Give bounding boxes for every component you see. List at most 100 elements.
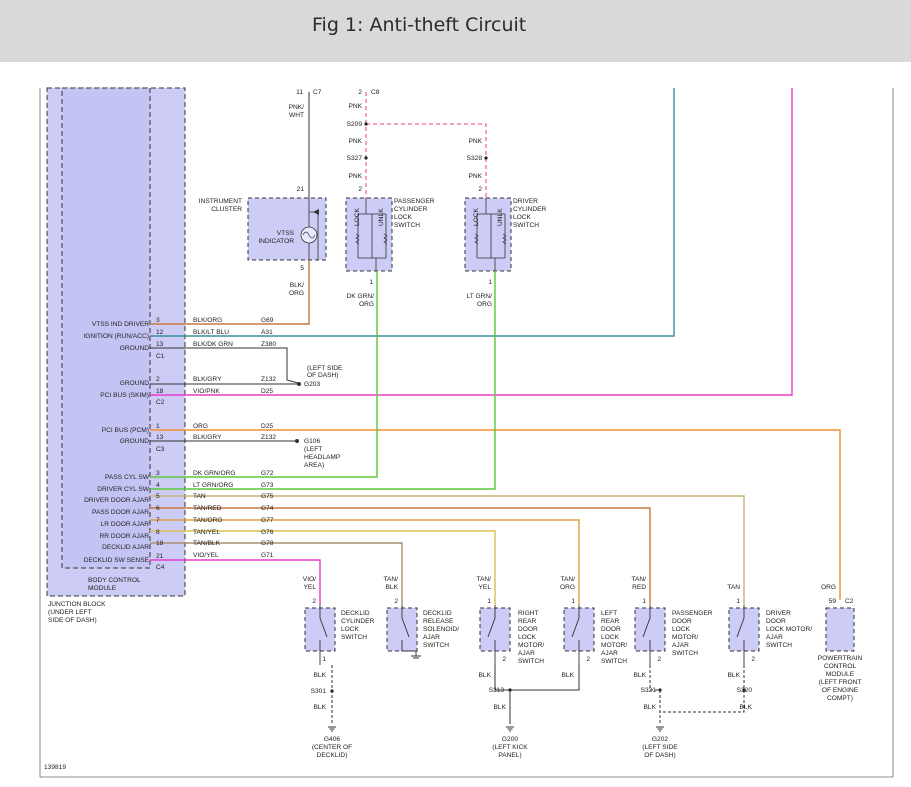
svg-text:TAN/BLK: TAN/BLK [193, 540, 221, 547]
svg-text:TAN/RED: TAN/RED [193, 505, 222, 512]
svg-text:4: 4 [156, 482, 160, 489]
svg-text:RELEASE: RELEASE [423, 618, 454, 625]
figure-id: 139819 [44, 764, 66, 771]
svg-text:S209: S209 [347, 121, 363, 128]
svg-text:C7: C7 [313, 89, 322, 96]
svg-text:VIO/YEL: VIO/YEL [193, 552, 219, 559]
svg-text:3: 3 [156, 317, 160, 324]
svg-text:1: 1 [736, 598, 740, 605]
svg-text:D25: D25 [261, 423, 273, 430]
driver-cyl-label: LOCK [513, 214, 532, 221]
svg-text:1: 1 [156, 423, 160, 430]
svg-text:Z380: Z380 [261, 341, 276, 348]
vtss-label: INDICATOR [258, 238, 294, 245]
svg-text:DOOR: DOOR [601, 626, 621, 633]
bcm-pin-name: DECKLID AJAR [102, 544, 149, 551]
svg-text:S301: S301 [311, 688, 327, 695]
svg-text:PNK: PNK [348, 173, 362, 180]
connector-label: C3 [156, 446, 165, 453]
svg-text:DOOR: DOOR [766, 618, 786, 625]
g106-note: (LEFT [304, 446, 322, 453]
svg-text:DOOR: DOOR [518, 626, 538, 633]
svg-text:LEFT: LEFT [601, 610, 617, 617]
bcm-wire-colors: BLK/ORG BLK/LT BLU BLK/DK GRN BLK/GRY VI… [193, 317, 236, 559]
svg-text:ORG: ORG [193, 423, 208, 430]
svg-text:5: 5 [156, 493, 160, 500]
svg-text:2: 2 [156, 376, 160, 383]
junction-label: SIDE OF DASH) [48, 617, 97, 624]
svg-text:G76: G76 [261, 529, 274, 536]
svg-text:21: 21 [297, 186, 305, 193]
svg-text:CONTROL: CONTROL [824, 663, 857, 670]
svg-text:TAN/ORG: TAN/ORG [193, 517, 223, 524]
svg-text:1: 1 [322, 656, 326, 663]
bcm-pin-name: PCI BUS (SKIM) [100, 392, 149, 399]
svg-text:OF DASH): OF DASH) [644, 752, 676, 759]
svg-text:G78: G78 [261, 540, 274, 547]
svg-text:CYLINDER: CYLINDER [341, 618, 375, 625]
svg-text:PANEL): PANEL) [498, 752, 521, 759]
svg-text:RED: RED [632, 584, 646, 591]
svg-text:YEL: YEL [479, 584, 492, 591]
junction-label: JUNCTION BLOCK [48, 601, 106, 608]
svg-text:18: 18 [156, 540, 164, 547]
svg-text:MOTOR/: MOTOR/ [601, 642, 627, 649]
bcm-pin-name: PASS CYL SW [105, 474, 150, 481]
bcm-pin-name: RR DOOR AJAR [100, 533, 150, 540]
cluster-label: CLUSTER [211, 206, 242, 213]
svg-text:1: 1 [488, 279, 492, 286]
pass-cyl-label: PASSENGER [394, 198, 435, 205]
bcm-pin-name: DECKLID SW SENSE [84, 557, 150, 564]
svg-text:BLK/ORG: BLK/ORG [193, 317, 222, 324]
svg-text:BLK/LT BLU: BLK/LT BLU [193, 329, 229, 336]
svg-text:2: 2 [394, 598, 398, 605]
pcm-box [825, 607, 855, 652]
svg-text:OF ENGINE: OF ENGINE [822, 687, 859, 694]
svg-text:D25: D25 [261, 388, 273, 395]
g203-label: G203 [304, 381, 320, 388]
bcm-pin-name: DRIVER CYL SW [97, 486, 150, 493]
bcm-circuit-ids: G69 A31 Z380 Z132 D25 D25 Z132 G72 G73 G… [261, 317, 276, 559]
bcm-pin-name: GROUND [120, 345, 150, 352]
bcm-pin-name: GROUND [120, 380, 150, 387]
svg-text:C8: C8 [371, 89, 380, 96]
svg-text:PNK: PNK [468, 138, 482, 145]
svg-text:BLK: BLK [314, 704, 327, 711]
svg-text:RIGHT: RIGHT [518, 610, 539, 617]
svg-text:G74: G74 [261, 505, 274, 512]
svg-text:SWITCH: SWITCH [766, 642, 792, 649]
svg-text:DK GRN/: DK GRN/ [347, 293, 375, 300]
bcm-pin-name: PCI BUS (PCM) [102, 427, 149, 434]
svg-text:REAR: REAR [518, 618, 537, 625]
driver-cyl-label: DRIVER [513, 198, 538, 205]
svg-text:(LEFT KICK: (LEFT KICK [492, 744, 528, 751]
svg-text:DK GRN/ORG: DK GRN/ORG [193, 470, 236, 477]
svg-text:13: 13 [156, 434, 164, 441]
ground-path-text: BLK S301 BLK G406 (CENTER OF DECKLID) BL… [311, 672, 753, 759]
svg-text:18: 18 [156, 388, 164, 395]
svg-text:REAR: REAR [601, 618, 620, 625]
connector-label: C1 [156, 353, 165, 360]
svg-text:TAN: TAN [193, 493, 206, 500]
svg-text:LOCK: LOCK [341, 626, 360, 633]
svg-text:AJAR: AJAR [766, 634, 783, 641]
svg-text:S313: S313 [489, 687, 505, 694]
svg-text:LOCK: LOCK [601, 634, 620, 641]
svg-text:2: 2 [657, 656, 661, 663]
svg-text:S321: S321 [641, 687, 657, 694]
svg-text:6: 6 [156, 505, 160, 512]
svg-text:12: 12 [156, 329, 164, 336]
svg-text:UNLK: UNLK [378, 208, 385, 226]
svg-text:LOCK: LOCK [354, 207, 361, 226]
svg-text:UNLK: UNLK [497, 208, 504, 226]
svg-text:1: 1 [369, 279, 373, 286]
svg-text:MODULE: MODULE [826, 671, 855, 678]
bcm-pin-name: VTSS IND DRIVER [92, 321, 149, 328]
svg-text:TAN/: TAN/ [631, 576, 646, 583]
svg-text:AJAR: AJAR [518, 650, 535, 657]
svg-text:DRIVER: DRIVER [766, 610, 791, 617]
svg-text:LOCK: LOCK [672, 626, 691, 633]
bcm-pin-name: DRIVER DOOR AJAR [84, 497, 149, 504]
svg-text:LOCK MOTOR/: LOCK MOTOR/ [766, 626, 812, 633]
svg-text:S320: S320 [737, 687, 753, 694]
